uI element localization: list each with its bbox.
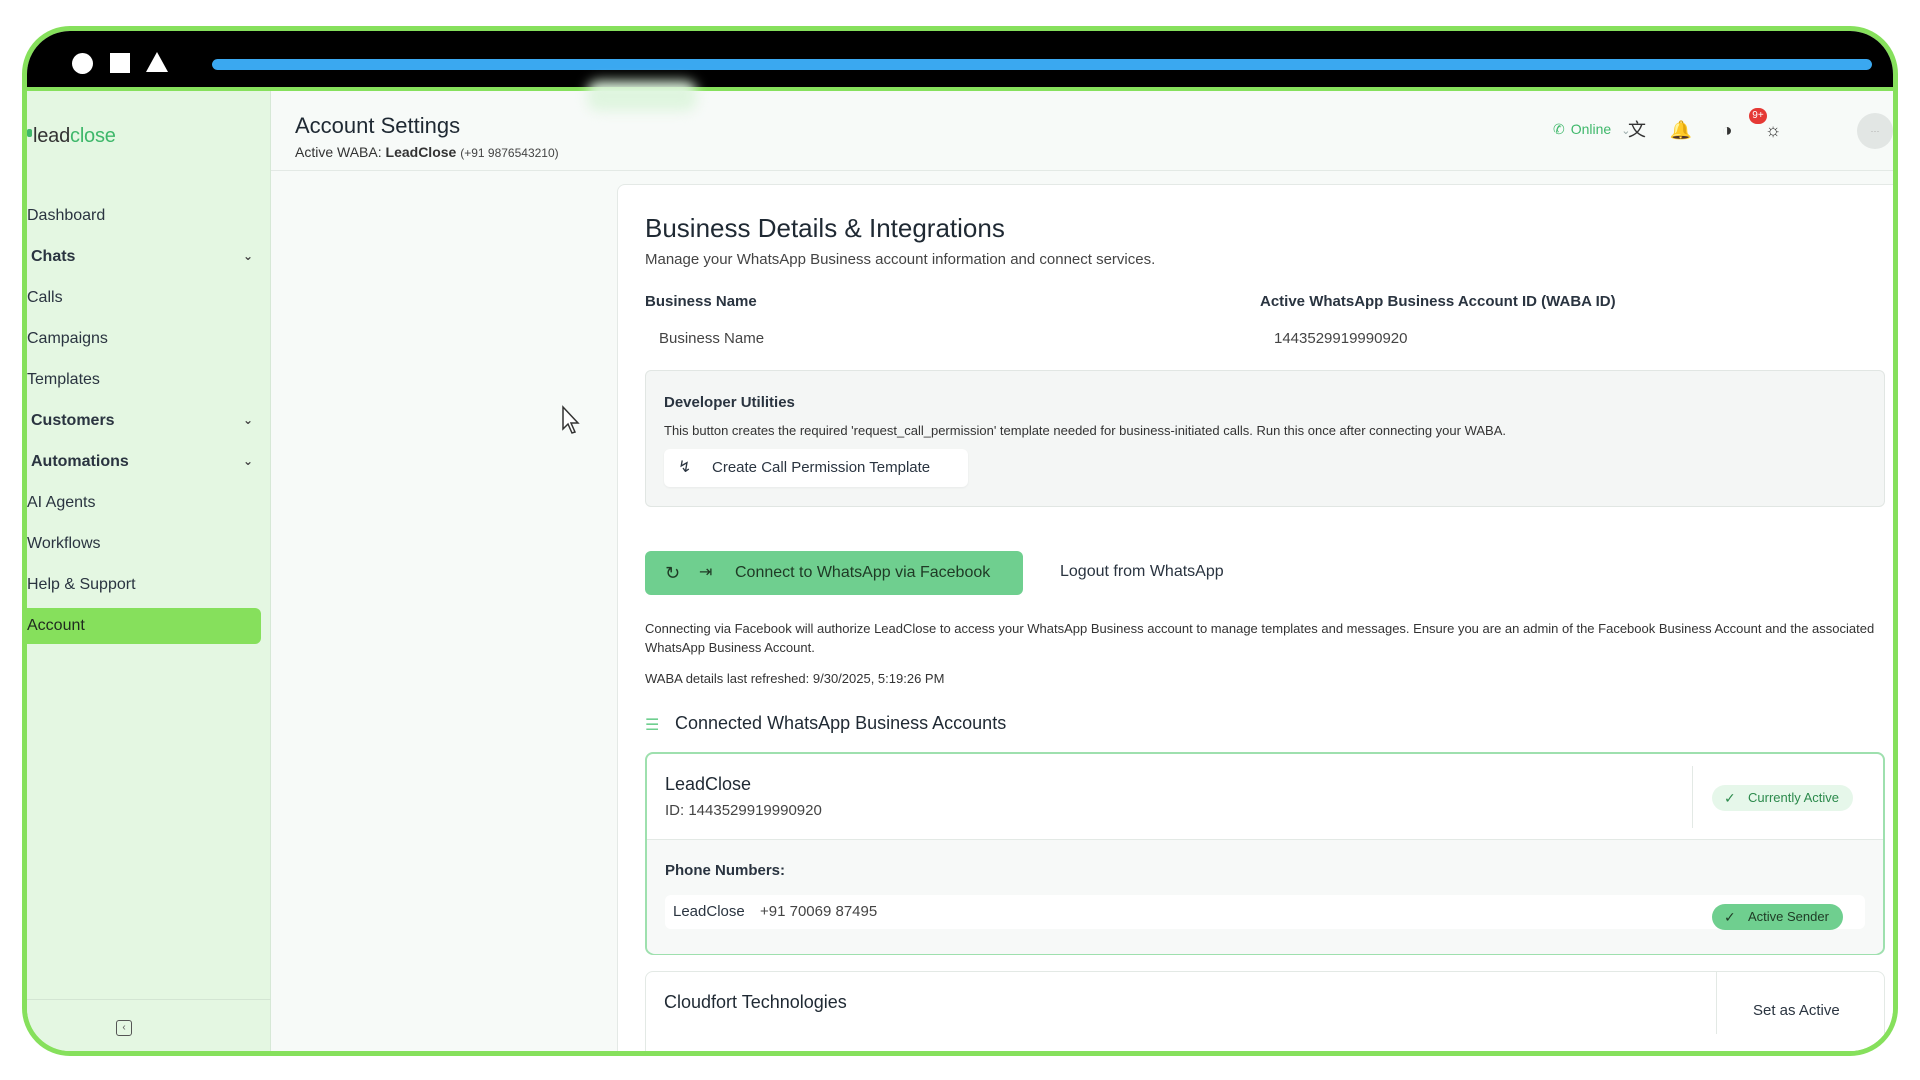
triangle-icon[interactable] [146, 52, 168, 72]
active-waba-line: Active WABA: LeadClose (+91 9876543210) [295, 144, 559, 160]
collapse-sidebar-icon[interactable]: ‹ [116, 1020, 132, 1036]
badge-label: Currently Active [1748, 790, 1840, 805]
account-name: LeadClose [665, 774, 752, 794]
sidebar-item-account[interactable]: Account [27, 608, 261, 644]
button-label: Connect to WhatsApp via Facebook [735, 564, 991, 581]
chevron-down-icon: ⌄ [242, 249, 253, 263]
translate-icon[interactable]: 文 [1625, 118, 1649, 142]
sidebar-item-chats[interactable]: Chats ⌄ [27, 236, 271, 277]
sidebar-item-help-support[interactable]: Help & Support [27, 564, 271, 605]
refreshed-timestamp: WABA details last refreshed: 9/30/2025, … [645, 671, 945, 686]
currently-active-badge: ✓ Currently Active [1712, 785, 1854, 811]
button-label: Create Call Permission Template [712, 459, 931, 476]
sidebar-item-campaigns[interactable]: Campaigns [27, 318, 271, 359]
loading-progress-bar [212, 59, 1872, 70]
waba-id-value: 1443529919990920 [1274, 330, 1408, 347]
account-id: ID: 1443529919990920 [665, 802, 822, 819]
login-icon: ⇥ [699, 564, 713, 581]
badge-label: Active Sender [1748, 909, 1829, 924]
business-name-value[interactable]: Business Name [659, 330, 764, 347]
set-as-active-button[interactable]: Set as Active [1753, 1002, 1840, 1019]
sidebar-item-label: Campaigns [27, 330, 108, 347]
sidebar-item-dashboard[interactable]: Dashboard [27, 195, 271, 236]
sidebar-footer: ‹ [27, 999, 271, 1051]
phone-number: +91 70069 87495 [760, 903, 878, 920]
create-call-permission-template-button[interactable]: ↯ Create Call Permission Template [664, 449, 968, 487]
account-card-active: LeadClose ID: 1443529919990920 ✓ Current… [645, 752, 1885, 955]
sidebar-item-label: Dashboard [27, 207, 106, 224]
mouse-cursor-icon [562, 405, 580, 434]
sidebar-item-ai-agents[interactable]: AI Agents [27, 482, 271, 523]
sidebar-item-workflows[interactable]: Workflows [27, 523, 271, 564]
page-header: Account Settings Active WABA: LeadClose … [271, 81, 1893, 171]
waba-prefix: Active WABA: [295, 144, 382, 160]
waba-phone: (+91 9876543210) [460, 146, 559, 160]
sidebar-item-label: Templates [27, 371, 100, 388]
loading-progress-fill [212, 59, 1872, 70]
phone-name: LeadClose [673, 903, 745, 920]
browser-topbar [27, 31, 1893, 91]
sidebar-item-label: Customers [31, 412, 115, 429]
logo-mark-icon [27, 129, 32, 137]
section-subtitle: Manage your WhatsApp Business account in… [645, 251, 1156, 268]
chevron-down-icon: ⌄ [242, 413, 253, 427]
check-circle-icon: ✓ [1724, 909, 1736, 925]
logo-text-lead: lead [33, 125, 71, 147]
sidebar-item-templates[interactable]: Templates [27, 359, 271, 400]
device-frame: leadclose Dashboard Chats ⌄ Calls Campaig… [22, 26, 1898, 1056]
circle-icon[interactable] [72, 53, 93, 74]
divider [1692, 766, 1693, 828]
sidebar-item-label: Account [27, 617, 85, 634]
phone-icon: ✆ [1553, 121, 1565, 137]
palette-icon[interactable]: ◑ [1715, 118, 1739, 142]
online-status-dropdown[interactable]: ✆ Online ⌄ [1553, 121, 1630, 138]
refresh-icon: ↻ [665, 563, 681, 583]
sidebar-item-label: AI Agents [27, 494, 96, 511]
sun-icon[interactable]: ☼ [1761, 118, 1785, 142]
header-glow [587, 81, 697, 111]
active-sender-badge: ✓ Active Sender [1712, 904, 1843, 930]
connect-note: Connecting via Facebook will authorize L… [645, 621, 1875, 655]
sidebar-item-label: Help & Support [27, 576, 136, 593]
sidebar-item-automations[interactable]: Automations ⌄ [27, 441, 271, 482]
check-circle-icon: ✓ [1724, 790, 1736, 806]
account-name: Cloudfort Technologies [664, 992, 847, 1012]
sidebar-item-label: Chats [31, 248, 76, 265]
phone-number-row: LeadClose +91 70069 87495 [665, 895, 1865, 929]
bell-icon[interactable]: 🔔 [1669, 118, 1693, 142]
waba-name: LeadClose [385, 144, 457, 160]
sidebar-nav: Dashboard Chats ⌄ Calls Campaigns Templat… [27, 195, 271, 644]
developer-utilities-description: This button creates the required 'reques… [664, 423, 1506, 438]
connect-whatsapp-facebook-button[interactable]: ↻ ⇥ Connect to WhatsApp via Facebook [645, 551, 1023, 595]
app-logo[interactable]: leadclose [33, 125, 116, 148]
logout-whatsapp-link[interactable]: Logout from WhatsApp [1060, 563, 1224, 581]
list-check-icon: ☰ [645, 717, 660, 734]
phone-numbers-section: Phone Numbers: LeadClose +91 70069 87495 [647, 840, 1883, 954]
waba-id-label: Active WhatsApp Business Account ID (WAB… [1260, 293, 1616, 310]
status-label: Online [1570, 121, 1612, 137]
sidebar-item-label: Calls [27, 289, 63, 306]
account-card-inactive: Cloudfort Technologies Set as Active [645, 971, 1885, 1051]
divider [1716, 972, 1717, 1034]
square-icon[interactable] [110, 53, 130, 73]
page-title: Account Settings [295, 113, 461, 138]
avatar[interactable]: ··· [1857, 113, 1893, 149]
phone-numbers-label: Phone Numbers: [665, 862, 786, 879]
sidebar: leadclose Dashboard Chats ⌄ Calls Campaig… [27, 91, 271, 1051]
sidebar-item-label: Workflows [27, 535, 101, 552]
lightning-icon: ↯ [678, 459, 692, 476]
section-title: Business Details & Integrations [645, 213, 1005, 243]
developer-utilities-box: Developer Utilities This button creates … [645, 370, 1885, 507]
sidebar-item-customers[interactable]: Customers ⌄ [27, 400, 271, 441]
sidebar-item-label: Automations [31, 453, 129, 470]
connected-accounts-title: Connected WhatsApp Business Accounts [675, 713, 1007, 733]
sidebar-item-calls[interactable]: Calls [27, 277, 271, 318]
business-details-card: Business Details & Integrations Manage y… [617, 184, 1893, 1051]
business-name-label: Business Name [645, 293, 757, 310]
logo-text-close: close [70, 125, 116, 147]
chevron-down-icon: ⌄ [242, 454, 253, 468]
developer-utilities-title: Developer Utilities [664, 394, 795, 411]
